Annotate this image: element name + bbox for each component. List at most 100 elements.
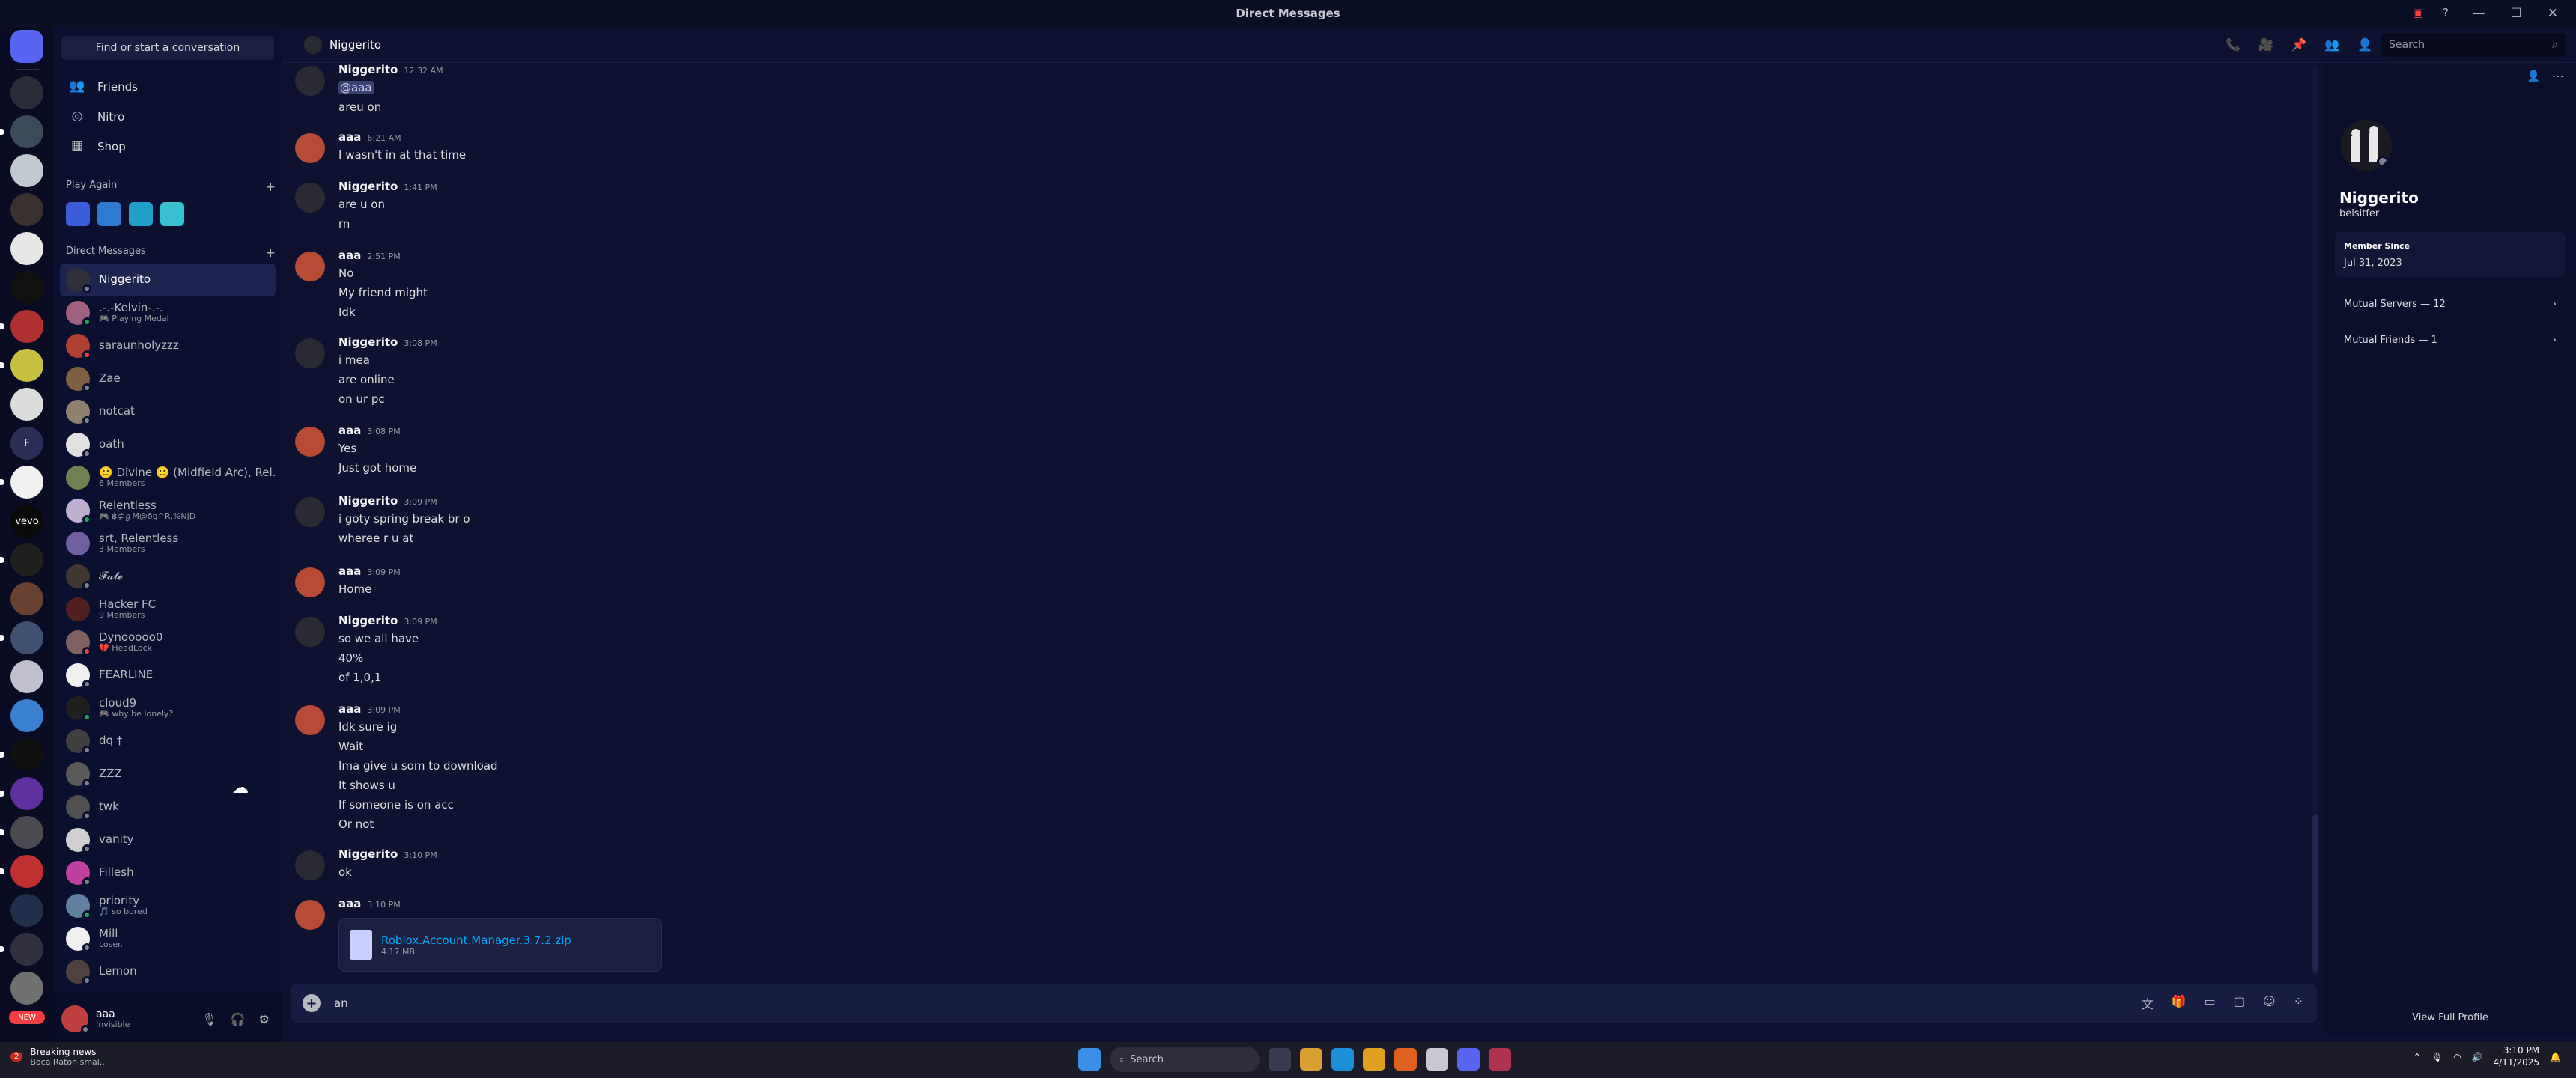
server-icon[interactable] xyxy=(10,193,43,226)
attachment-filename[interactable]: Roblox.Account.Manager.3.7.2.zip xyxy=(381,934,571,947)
message-input[interactable] xyxy=(334,996,1981,1010)
dm-item[interactable]: priority 🎵 so bored xyxy=(60,889,276,922)
server-icon[interactable] xyxy=(10,582,43,615)
message-avatar[interactable] xyxy=(295,850,325,880)
find-conversation-button[interactable]: Find or start a conversation xyxy=(61,36,274,60)
message-avatar[interactable] xyxy=(295,252,325,281)
dm-item[interactable]: saraunholyzzz xyxy=(60,329,276,362)
file-explorer-icon[interactable] xyxy=(1300,1048,1322,1071)
new-badge[interactable]: NEW xyxy=(9,1011,45,1024)
add-friends-to-dm-icon[interactable]: 👥 xyxy=(2324,37,2339,52)
server-icon[interactable] xyxy=(10,76,43,109)
app-icon[interactable] xyxy=(1426,1048,1448,1071)
server-icon[interactable] xyxy=(10,388,43,421)
message-avatar[interactable] xyxy=(295,497,325,527)
voice-call-icon[interactable]: 📞 xyxy=(2226,37,2241,52)
chrome-icon[interactable] xyxy=(1363,1048,1385,1071)
sidebar-item-friends[interactable]: 👥 Friends xyxy=(60,72,276,102)
message-author[interactable]: aaa xyxy=(338,702,361,716)
server-icon[interactable] xyxy=(0,349,43,382)
news-widget[interactable]: 2 Breaking news Boca Raton smal... xyxy=(10,1047,107,1067)
message-author[interactable]: Niggerito xyxy=(338,847,398,861)
microphone-icon[interactable]: 🎙 xyxy=(201,1012,216,1026)
message-author[interactable]: aaa xyxy=(338,564,361,578)
message-author[interactable]: aaa xyxy=(338,249,361,262)
server-icon[interactable] xyxy=(10,154,43,187)
file-attachment[interactable]: Roblox.Account.Manager.3.7.2.zip 4.17 MB xyxy=(338,918,662,972)
settings-gear-icon[interactable]: ⚙ xyxy=(259,1012,270,1026)
server-icon[interactable] xyxy=(0,777,43,810)
server-icon[interactable] xyxy=(10,894,43,927)
dm-item[interactable]: Hacker FC 9 Members xyxy=(60,593,276,626)
message-avatar[interactable] xyxy=(295,567,325,597)
message-scrollbar[interactable] xyxy=(2312,66,2318,976)
message-author[interactable]: aaa xyxy=(338,130,361,144)
message-author[interactable]: Niggerito xyxy=(338,63,398,76)
message-author[interactable]: Niggerito xyxy=(338,335,398,349)
server-icon[interactable] xyxy=(0,816,43,849)
message-avatar[interactable] xyxy=(295,66,325,96)
user-mention[interactable]: @aaa xyxy=(338,81,374,94)
server-icon[interactable] xyxy=(0,310,43,343)
message-avatar[interactable] xyxy=(295,617,325,647)
chevron-up-icon[interactable]: ⌃ xyxy=(2414,1052,2421,1062)
message-avatar[interactable] xyxy=(295,705,325,735)
dm-item[interactable]: Niggerito xyxy=(60,264,276,296)
help-icon[interactable]: ? xyxy=(2443,6,2449,19)
dm-item[interactable]: Mill Loser. xyxy=(60,922,276,955)
volume-icon[interactable]: 🔊 xyxy=(2472,1052,2483,1062)
dm-item[interactable]: Zae xyxy=(60,362,276,395)
profile-avatar[interactable] xyxy=(2336,115,2396,175)
more-options-icon[interactable]: ⋯ xyxy=(2552,69,2564,83)
server-icon[interactable] xyxy=(10,660,43,693)
wifi-icon[interactable]: ◠ xyxy=(2453,1052,2461,1062)
edge-icon[interactable] xyxy=(1331,1048,1354,1071)
dm-item[interactable]: 🙂 Divine 🙂 (Midfield Arc), Rel... 6 Membe… xyxy=(60,461,276,494)
video-call-icon[interactable]: 🎥 xyxy=(2258,37,2273,52)
user-avatar[interactable] xyxy=(61,1005,90,1034)
message-author[interactable]: aaa xyxy=(338,424,361,437)
server-icon[interactable] xyxy=(10,699,43,732)
message-avatar[interactable] xyxy=(295,133,325,163)
server-icon[interactable] xyxy=(10,30,43,63)
server-icon[interactable] xyxy=(10,232,43,265)
dm-item[interactable]: Lemon xyxy=(60,955,276,988)
server-icon[interactable] xyxy=(0,115,43,148)
gift-icon[interactable]: 🎁 xyxy=(2172,994,2187,1012)
dm-item[interactable]: Dynooooo0 💔 HeadLock xyxy=(60,626,276,659)
server-icon[interactable] xyxy=(0,466,43,499)
message-author[interactable]: Niggerito xyxy=(338,180,398,193)
server-icon[interactable] xyxy=(0,621,43,654)
start-menu-icon[interactable] xyxy=(1078,1048,1101,1071)
pinned-messages-icon[interactable]: 📌 xyxy=(2291,37,2306,52)
game-icon[interactable] xyxy=(66,202,90,226)
microphone-tray-icon[interactable]: 🎙 xyxy=(2431,1052,2443,1062)
apps-icon[interactable]: ⁘ xyxy=(2294,994,2303,1012)
message-avatar[interactable] xyxy=(295,427,325,457)
sidebar-item-shop[interactable]: ▦ Shop xyxy=(60,132,276,162)
task-view-icon[interactable] xyxy=(1269,1048,1291,1071)
message-author[interactable]: aaa xyxy=(338,897,361,910)
create-dm-icon[interactable]: + xyxy=(266,246,276,260)
message-avatar[interactable] xyxy=(295,338,325,368)
chat-search-input[interactable]: Search ⌕ xyxy=(2381,33,2566,57)
dm-item[interactable]: 𝓕𝓪𝓽𝓮 xyxy=(60,560,276,593)
dm-item[interactable]: notcat xyxy=(60,395,276,428)
dm-item[interactable]: dq † xyxy=(60,725,276,758)
dm-item[interactable]: vanity xyxy=(60,823,276,856)
add-friend-icon[interactable]: 👤 xyxy=(2527,70,2540,82)
server-icon[interactable] xyxy=(0,738,43,771)
server-icon[interactable] xyxy=(0,543,43,576)
maximize-button[interactable]: ☐ xyxy=(2511,6,2522,21)
game-icon[interactable] xyxy=(97,202,121,226)
emoji-icon[interactable]: ☺ xyxy=(2263,994,2276,1012)
message-author[interactable]: Niggerito xyxy=(338,494,398,508)
dm-item[interactable]: cloud9 🎮 why be lonely? xyxy=(60,692,276,725)
upload-plus-icon[interactable]: + xyxy=(303,994,321,1012)
dm-item[interactable]: Relentless 🎮 ฿⊄ℊM@δg^R,%NjD xyxy=(60,494,276,527)
dm-item[interactable]: FEARLINE xyxy=(60,659,276,692)
translate-icon[interactable]: 文 xyxy=(2142,994,2154,1012)
server-icon[interactable] xyxy=(0,933,43,966)
notifications-icon[interactable]: 🔔 xyxy=(2550,1052,2561,1062)
minimize-button[interactable]: — xyxy=(2473,6,2485,21)
